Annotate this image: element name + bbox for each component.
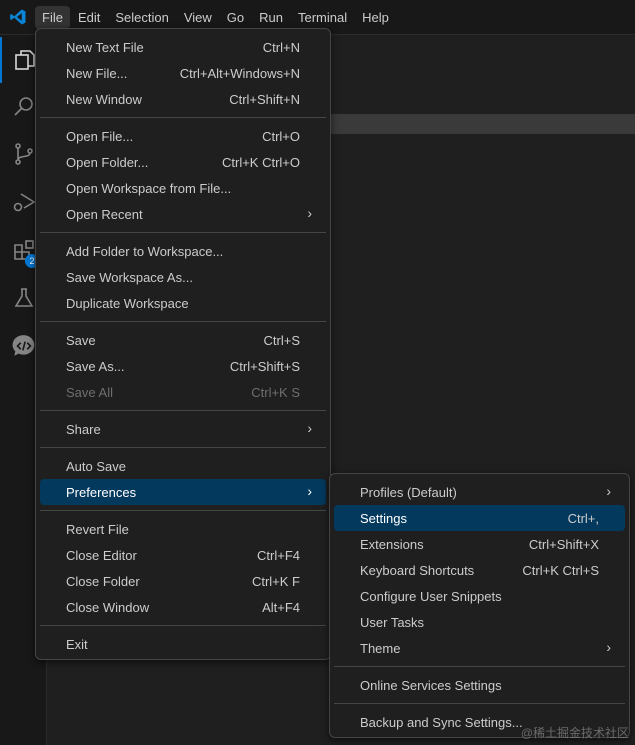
keybinding: Ctrl+K F: [251, 573, 300, 589]
menu-item-user-tasks[interactable]: User Tasks: [334, 609, 625, 635]
chevron-right-icon: ›: [307, 205, 312, 221]
menu-selection[interactable]: Selection: [108, 6, 175, 29]
menu-item-label: Settings: [360, 510, 407, 526]
menu-item-close-window[interactable]: Close Window Alt+F4: [40, 594, 326, 620]
chevron-right-icon: ›: [606, 639, 611, 655]
chevron-right-icon: ›: [307, 420, 312, 436]
menu-item-exit[interactable]: Exit: [40, 631, 326, 657]
menu-separator: [334, 661, 625, 672]
menu-view[interactable]: View: [177, 6, 219, 29]
menu-item-close-folder[interactable]: Close Folder Ctrl+K F: [40, 568, 326, 594]
menu-separator: [334, 698, 625, 709]
menu-item-settings[interactable]: Settings Ctrl+,: [334, 505, 625, 531]
menu-item-label: Close Editor: [66, 547, 137, 563]
menu-item-save-all[interactable]: Save All Ctrl+K S: [40, 379, 326, 405]
keybinding: Ctrl+Shift+X: [528, 536, 599, 552]
menu-item-revert-file[interactable]: Revert File: [40, 516, 326, 542]
menu-item-configure-user-snippets[interactable]: Configure User Snippets: [334, 583, 625, 609]
keybinding: Ctrl+S: [263, 332, 300, 348]
keybinding: Alt+F4: [262, 599, 300, 615]
keybinding: Ctrl+K Ctrl+O: [221, 154, 300, 170]
menu-item-save-as[interactable]: Save As... Ctrl+Shift+S: [40, 353, 326, 379]
menu-item-save[interactable]: Save Ctrl+S: [40, 327, 326, 353]
menu-item-share[interactable]: Share ›: [40, 416, 326, 442]
menu-item-open-workspace-from-file[interactable]: Open Workspace from File...: [40, 175, 326, 201]
menu-item-label: User Tasks: [360, 614, 425, 630]
menu-item-label: Keyboard Shortcuts: [360, 562, 475, 578]
menu-item-label: Save As...: [66, 358, 125, 374]
menu-item-label: Open Workspace from File...: [66, 180, 232, 196]
menu-item-label: Open Folder...: [66, 154, 149, 170]
keybinding: Ctrl+K Ctrl+S: [522, 562, 599, 578]
menu-item-save-workspace-as[interactable]: Save Workspace As...: [40, 264, 326, 290]
menu-run[interactable]: Run: [252, 6, 290, 29]
menu-item-label: Theme: [360, 640, 401, 656]
chevron-right-icon: ›: [606, 483, 611, 499]
menu-item-keyboard-shortcuts[interactable]: Keyboard Shortcuts Ctrl+K Ctrl+S: [334, 557, 625, 583]
menu-edit[interactable]: Edit: [71, 6, 107, 29]
menu-item-extensions[interactable]: Extensions Ctrl+Shift+X: [334, 531, 625, 557]
menu-item-label: Open File...: [66, 128, 134, 144]
menu-item-label: Save Workspace As...: [66, 269, 193, 285]
menu-separator: [40, 620, 326, 631]
menu-item-label: New Text File: [66, 39, 144, 55]
menu-item-label: Online Services Settings: [360, 677, 502, 693]
menu-go[interactable]: Go: [220, 6, 251, 29]
menu-item-add-folder-to-workspace[interactable]: Add Folder to Workspace...: [40, 238, 326, 264]
menu-separator: [40, 227, 326, 238]
menu-item-label: Profiles (Default): [360, 484, 457, 500]
menu-item-label: Close Folder: [66, 573, 140, 589]
chevron-right-icon: ›: [307, 483, 312, 499]
keybinding: Ctrl+Shift+N: [229, 91, 300, 107]
menu-item-label: Save All: [66, 384, 113, 400]
menu-item-preferences[interactable]: Preferences ›: [40, 479, 326, 505]
menu-item-open-file[interactable]: Open File... Ctrl+O: [40, 123, 326, 149]
menu-item-label: Extensions: [360, 536, 424, 552]
keybinding: Ctrl+K S: [251, 384, 300, 400]
menu-item-label: Duplicate Workspace: [66, 295, 189, 311]
menu-item-label: Configure User Snippets: [360, 588, 502, 604]
menu-item-label: Revert File: [66, 521, 129, 537]
menu-item-label: New File...: [66, 65, 128, 81]
menu-item-open-recent[interactable]: Open Recent ›: [40, 201, 326, 227]
menu-separator: [40, 442, 326, 453]
keybinding: Ctrl+Alt+Windows+N: [179, 65, 300, 81]
file-menu: New Text File Ctrl+N New File... Ctrl+Alt+W…: [35, 28, 331, 660]
watermark: @稀土掘金技术社区: [520, 726, 629, 740]
menu-item-auto-save[interactable]: Auto Save: [40, 453, 326, 479]
menu-item-duplicate-workspace[interactable]: Duplicate Workspace: [40, 290, 326, 316]
menu-separator: [40, 112, 326, 123]
menu-item-label: Add Folder to Workspace...: [66, 243, 224, 259]
keybinding: Ctrl+O: [262, 128, 300, 144]
menu-item-label: New Window: [66, 91, 142, 107]
menu-item-open-folder[interactable]: Open Folder... Ctrl+K Ctrl+O: [40, 149, 326, 175]
menu-item-label: Open Recent: [66, 206, 143, 222]
menu-terminal[interactable]: Terminal: [291, 6, 354, 29]
menu-separator: [40, 316, 326, 327]
menu-help[interactable]: Help: [355, 6, 396, 29]
menu-item-new-text-file[interactable]: New Text File Ctrl+N: [40, 34, 326, 60]
keybinding: Ctrl+F4: [257, 547, 300, 563]
menu-separator: [40, 505, 326, 516]
keybinding: Ctrl+Shift+S: [229, 358, 300, 374]
menu-item-close-editor[interactable]: Close Editor Ctrl+F4: [40, 542, 326, 568]
vscode-logo-icon: [0, 0, 35, 35]
menu-item-label: Share: [66, 421, 101, 437]
menu-item-online-services-settings[interactable]: Online Services Settings: [334, 672, 625, 698]
editor-tab-bar: [330, 114, 635, 134]
menu-item-label: Exit: [66, 636, 88, 652]
menu-item-label: Close Window: [66, 599, 150, 615]
menu-item-label: Save: [66, 332, 96, 348]
menu-item-theme[interactable]: Theme ›: [334, 635, 625, 661]
preferences-submenu: Profiles (Default) › Settings Ctrl+, Extensi…: [329, 473, 630, 738]
menu-item-new-file[interactable]: New File... Ctrl+Alt+Windows+N: [40, 60, 326, 86]
menu-separator: [40, 405, 326, 416]
keybinding: Ctrl+,: [567, 510, 599, 526]
menu-item-profiles-default[interactable]: Profiles (Default) ›: [334, 479, 625, 505]
menu-file[interactable]: File: [35, 5, 70, 29]
menu-item-label: Preferences: [66, 484, 137, 500]
menu-item-label: Auto Save: [66, 458, 126, 474]
menu-item-new-window[interactable]: New Window Ctrl+Shift+N: [40, 86, 326, 112]
keybinding: Ctrl+N: [262, 39, 300, 55]
